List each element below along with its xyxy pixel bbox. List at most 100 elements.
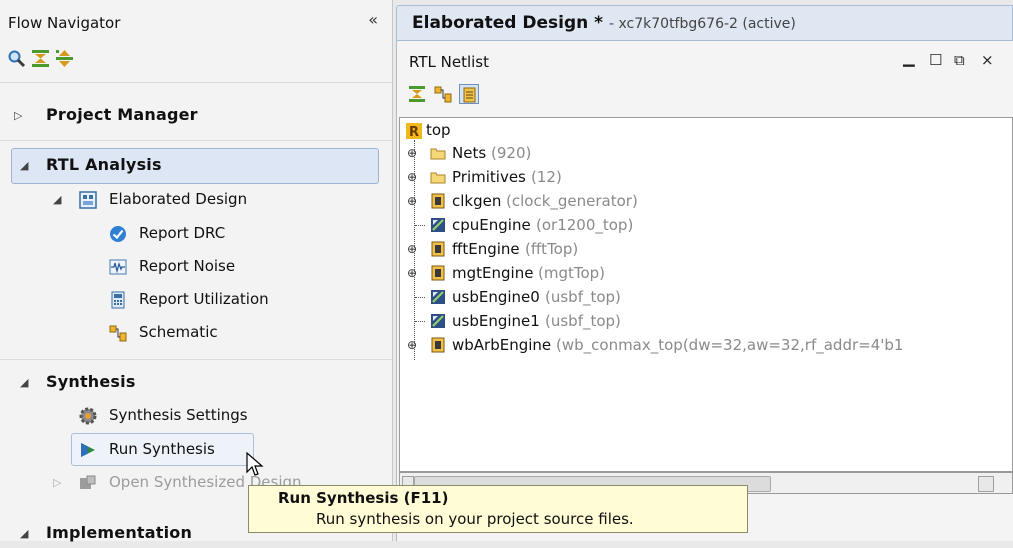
blackbox-module-icon: [431, 290, 445, 304]
flow-navigator-toolbar: [7, 49, 74, 69]
blackbox-module-icon: [431, 314, 445, 328]
collapse-all-icon[interactable]: [407, 84, 427, 104]
rtl-netlist-toolbar: [407, 84, 479, 104]
tree-connector: [415, 321, 425, 322]
module-icon: [431, 193, 445, 209]
nav-item-elaborated-design[interactable]: ◢ Elaborated Design: [0, 185, 392, 213]
section-rtl-analysis[interactable]: ◢ RTL Analysis: [0, 151, 392, 179]
show-selection-icon[interactable]: [459, 84, 479, 104]
section-synthesis[interactable]: ◢ Synthesis: [0, 368, 392, 396]
nav-item-synthesis-settings[interactable]: Synthesis Settings: [0, 401, 392, 429]
nav-item-label: Report Noise: [139, 257, 236, 275]
section-label: RTL Analysis: [46, 155, 162, 174]
nav-item-run-synthesis[interactable]: Run Synthesis: [0, 435, 392, 463]
module-icon: [431, 265, 445, 281]
tooltip-description: Run synthesis on your project source fil…: [316, 510, 634, 528]
section-project-manager[interactable]: ▷ Project Manager: [0, 101, 392, 129]
tree-node-label: cpuEngine: [452, 216, 531, 234]
rtl-netlist-tree[interactable]: R top ⊕ Nets (920) ⊕ Primitives (12) ⊕ clkgen (c…: [399, 117, 1013, 472]
expand-arrow-icon[interactable]: ▷: [53, 469, 61, 497]
expand-node-icon[interactable]: ⊕: [407, 166, 417, 188]
expand-node-icon[interactable]: ⊕: [407, 334, 417, 356]
expand-node-icon[interactable]: ⊕: [407, 238, 417, 260]
tree-node-detail: (mgtTop): [538, 264, 606, 282]
folder-icon: [430, 148, 446, 160]
tree-node-label: wbArbEngine: [452, 336, 552, 354]
tree-node-label: clkgen: [452, 192, 502, 210]
minimize-icon[interactable]: ▁: [903, 49, 915, 67]
section-label: Implementation: [46, 523, 193, 542]
folder-icon: [430, 172, 446, 184]
collapse-arrow-icon[interactable]: ◢: [20, 369, 28, 397]
divider: [0, 140, 392, 141]
blackbox-module-icon: [431, 218, 445, 232]
nav-item-label: Run Synthesis: [109, 440, 215, 458]
collapse-arrow-icon[interactable]: ◢: [20, 152, 28, 180]
gear-icon: [79, 406, 97, 425]
tree-node-detail: (clock_generator): [506, 192, 638, 210]
tree-node-detail: (12): [531, 168, 562, 186]
module-icon: [431, 241, 445, 257]
nav-item-label: Elaborated Design: [109, 190, 248, 208]
collapse-arrow-icon[interactable]: ◢: [53, 186, 61, 214]
nav-item-report-drc[interactable]: Report DRC: [0, 219, 392, 247]
tree-node-detail: (fftTop): [525, 240, 579, 258]
rtl-netlist-title: RTL Netlist: [409, 53, 489, 71]
expand-node-icon[interactable]: ⊕: [407, 262, 417, 284]
schematic-icon: [109, 323, 127, 342]
nav-item-label: Report DRC: [139, 224, 226, 242]
tree-node-detail: (usbf_top): [545, 312, 621, 330]
flow-navigator-title: Flow Navigator: [8, 14, 121, 32]
tree-root-label: top: [426, 121, 451, 139]
design-icon: [79, 190, 97, 209]
flow-navigator-header: Flow Navigator «: [0, 0, 392, 44]
collapse-arrow-icon[interactable]: ◢: [20, 520, 28, 548]
nav-item-label: Report Utilization: [139, 290, 269, 308]
flow-navigator-panel: Flow Navigator « ▷ Project Manager ◢ RTL…: [0, 0, 393, 542]
tree-node-label: Primitives: [452, 168, 526, 186]
open-design-icon: [79, 473, 97, 491]
section-label: Synthesis: [46, 372, 136, 391]
module-icon: [431, 337, 445, 353]
top-module-icon: R: [406, 123, 422, 139]
nav-item-schematic[interactable]: Schematic: [0, 318, 392, 346]
nav-item-report-utilization[interactable]: Report Utilization: [0, 285, 392, 313]
run-synthesis-tooltip: Run Synthesis (F11) Run synthesis on you…: [248, 485, 748, 533]
search-icon[interactable]: [7, 49, 26, 68]
tree-connector: [415, 297, 425, 298]
maximize-icon[interactable]: ☐: [929, 51, 942, 69]
design-tab-title: Elaborated Design *: [412, 13, 604, 33]
restore-icon[interactable]: ⧉: [954, 51, 965, 69]
design-tab-subtitle: - xc7k70tfbg676-2 (active): [609, 16, 796, 32]
schematic-icon[interactable]: [433, 84, 453, 104]
tree-node-label: usbEngine0: [452, 288, 540, 306]
expand-arrow-icon[interactable]: ▷: [14, 102, 22, 130]
run-icon: [79, 440, 97, 458]
divider: [0, 82, 392, 83]
calculator-icon: [109, 290, 127, 309]
expand-node-icon[interactable]: ⊕: [407, 190, 417, 212]
tree-node-label: fftEngine: [452, 240, 520, 258]
tree-node-label: usbEngine1: [452, 312, 540, 330]
nav-item-label: Schematic: [139, 323, 218, 341]
expand-all-icon[interactable]: [55, 49, 74, 68]
tree-node-label: mgtEngine: [452, 264, 534, 282]
scroll-right-button[interactable]: [978, 476, 994, 492]
svg-text:R: R: [409, 125, 419, 139]
nav-item-label: Synthesis Settings: [109, 406, 248, 424]
tree-node-detail: (920): [491, 144, 532, 162]
tree-node-detail: (wb_conmax_top(dw=32,aw=32,rf_addr=4'b1: [556, 336, 904, 354]
close-icon[interactable]: ×: [981, 51, 994, 69]
nav-item-report-noise[interactable]: Report Noise: [0, 252, 392, 280]
collapse-all-icon[interactable]: [31, 49, 50, 68]
check-badge-icon: [109, 224, 127, 242]
tree-node-detail: (or1200_top): [536, 216, 634, 234]
mouse-cursor-icon: [246, 452, 264, 476]
tree-node-detail: (usbf_top): [545, 288, 621, 306]
tree-node-label: Nets: [452, 144, 487, 162]
expand-node-icon[interactable]: ⊕: [407, 142, 417, 164]
elaborated-design-tab[interactable]: Elaborated Design * - xc7k70tfbg676-2 (a…: [396, 5, 1013, 41]
collapse-panel-button[interactable]: «: [368, 10, 378, 29]
tooltip-title: Run Synthesis (F11): [278, 489, 449, 507]
waveform-icon: [109, 257, 127, 275]
